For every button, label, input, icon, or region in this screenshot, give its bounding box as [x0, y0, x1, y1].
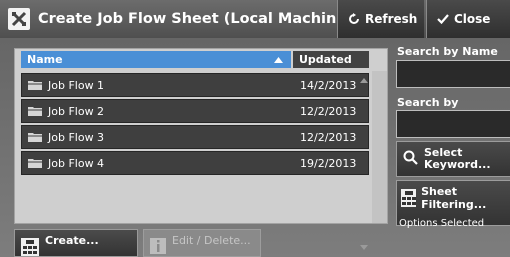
- folder-icon: [28, 107, 42, 116]
- sheet-filtering-button[interactable]: Sheet Filtering... Options Selected: [396, 180, 510, 229]
- table-row[interactable]: Job Flow 3 12/2/2013: [21, 125, 369, 149]
- title-bar: Create Job Flow Sheet (Local Machine) Re…: [0, 0, 510, 38]
- row-updated: 12/2/2013: [300, 104, 357, 118]
- sheet-filtering-row: Sheet Filtering...: [401, 185, 509, 211]
- search-keyword-field[interactable]: [396, 110, 510, 138]
- row-name-cell: Job Flow 1: [22, 79, 294, 92]
- table-row[interactable]: Job Flow 1 14/2/2013: [21, 73, 369, 97]
- sheet-grid-icon: [21, 238, 39, 256]
- edit-delete-label: Edit / Delete...: [172, 234, 251, 247]
- job-flow-list: Name Updated Job Flow 1 14/2/2013 Job Fl…: [14, 48, 388, 224]
- scroll-down-arrow-icon: [360, 245, 368, 250]
- search-name-label: Search by Name: [397, 45, 498, 58]
- row-name: Job Flow 4: [48, 156, 105, 170]
- row-updated: 19/2/2013: [300, 156, 357, 170]
- scroll-up-button[interactable]: [357, 78, 372, 90]
- sheet-filtering-label: Sheet Filtering...: [421, 185, 487, 211]
- scroll-up-arrow-icon: [360, 78, 368, 83]
- close-label: Close: [454, 12, 491, 26]
- create-label: Create...: [45, 234, 99, 247]
- info-icon: [150, 238, 166, 254]
- edit-delete-button[interactable]: Edit / Delete...: [143, 229, 261, 257]
- options-selected-label: Options Selected: [399, 218, 485, 229]
- folder-icon: [28, 133, 42, 142]
- row-name-cell: Job Flow 3: [22, 131, 294, 144]
- checkmark-icon: [437, 13, 449, 25]
- sort-ascending-icon: [274, 53, 283, 66]
- column-header-updated[interactable]: Updated: [293, 51, 369, 68]
- job-flow-x-icon: [8, 8, 30, 30]
- refresh-label: Refresh: [365, 12, 418, 26]
- magnifier-icon: [403, 150, 418, 169]
- select-keyword-button[interactable]: Select Keyword...: [396, 141, 510, 177]
- select-keyword-line2: Keyword...: [424, 158, 491, 171]
- create-button[interactable]: Create...: [14, 229, 138, 257]
- column-updated-label: Updated: [299, 53, 352, 66]
- row-updated: 14/2/2013: [300, 78, 357, 92]
- sheet-grid-icon: [401, 189, 417, 207]
- select-keyword-label: Select Keyword...: [424, 147, 491, 171]
- search-name-field[interactable]: [396, 60, 510, 88]
- row-name: Job Flow 3: [48, 130, 105, 144]
- refresh-button[interactable]: Refresh: [337, 0, 424, 38]
- row-name-cell: Job Flow 4: [22, 157, 294, 170]
- folder-icon: [28, 159, 42, 168]
- column-name-label: Name: [27, 53, 63, 66]
- close-button[interactable]: Close: [426, 0, 510, 38]
- table-row[interactable]: Job Flow 4 19/2/2013: [21, 151, 369, 175]
- scrollbar-track[interactable]: [372, 71, 387, 223]
- table-row[interactable]: Job Flow 2 12/2/2013: [21, 99, 369, 123]
- title-group: Create Job Flow Sheet (Local Machine): [8, 8, 353, 30]
- refresh-icon: [348, 13, 360, 25]
- row-name: Job Flow 2: [48, 104, 105, 118]
- row-name-cell: Job Flow 2: [22, 105, 294, 118]
- row-name: Job Flow 1: [48, 78, 105, 92]
- folder-icon: [28, 81, 42, 90]
- column-header-name[interactable]: Name: [21, 51, 291, 68]
- page-title: Create Job Flow Sheet (Local Machine): [38, 11, 353, 27]
- row-updated: 12/2/2013: [300, 130, 357, 144]
- scroll-down-button[interactable]: [357, 238, 372, 250]
